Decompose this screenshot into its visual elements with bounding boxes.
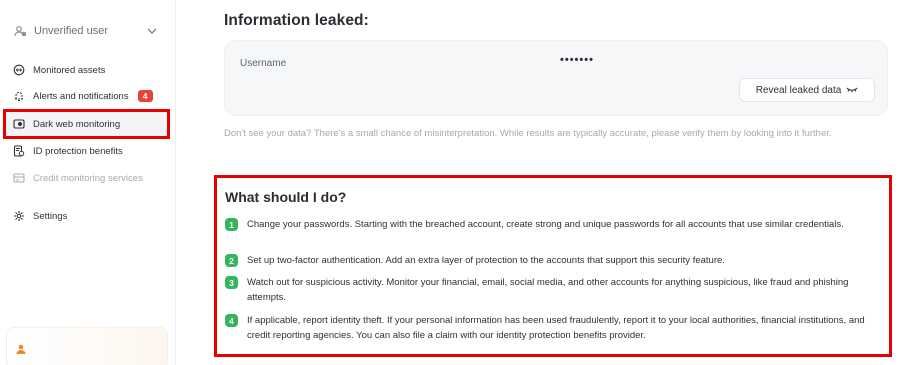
sidebar-item-credit-monitoring[interactable]: Credit monitoring services bbox=[6, 166, 170, 190]
masked-value: ••••••• bbox=[560, 54, 594, 66]
gear-icon bbox=[12, 209, 26, 223]
credit-icon bbox=[12, 171, 26, 185]
sidebar-item-label: Credit monitoring services bbox=[33, 172, 143, 184]
reveal-leaked-data-button[interactable]: Reveal leaked data bbox=[739, 78, 875, 102]
sidebar-item-id-protection[interactable]: ID protection benefits bbox=[6, 139, 170, 163]
highlight-frame-nav bbox=[3, 109, 170, 139]
user-label: Unverified user bbox=[34, 25, 108, 37]
highlight-frame-steps bbox=[214, 175, 892, 357]
sidebar-item-label: ID protection benefits bbox=[33, 145, 123, 157]
verification-note: Don't see your data? There's a small cha… bbox=[224, 128, 832, 139]
leaked-data-card: Username ••••••• Reveal leaked data bbox=[224, 40, 888, 116]
sidebar-item-settings[interactable]: Settings bbox=[6, 204, 170, 228]
main-content: Information leaked: Username ••••••• Rev… bbox=[176, 0, 900, 365]
bell-icon bbox=[12, 89, 26, 103]
sidebar: Unverified user Monitored assets Alerts … bbox=[0, 0, 176, 365]
assets-icon bbox=[12, 63, 26, 77]
eye-closed-icon bbox=[846, 86, 858, 94]
id-protection-icon bbox=[12, 144, 26, 158]
info-leaked-heading: Information leaked: bbox=[224, 12, 369, 29]
notification-count-badge: 4 bbox=[137, 90, 153, 102]
sidebar-item-alerts[interactable]: Alerts and notifications 4 bbox=[6, 84, 170, 108]
reveal-button-label: Reveal leaked data bbox=[755, 84, 842, 96]
field-label: Username bbox=[240, 58, 287, 69]
user-orange-icon bbox=[15, 342, 27, 360]
sidebar-item-label: Monitored assets bbox=[33, 64, 106, 76]
chevron-down-icon bbox=[146, 24, 158, 36]
sidebar-item-label: Settings bbox=[33, 210, 68, 222]
user-menu[interactable]: Unverified user bbox=[8, 16, 168, 46]
promo-card[interactable] bbox=[6, 327, 168, 365]
sidebar-item-monitored-assets[interactable]: Monitored assets bbox=[6, 58, 170, 82]
user-badge-icon bbox=[12, 23, 28, 39]
sidebar-item-label: Alerts and notifications bbox=[33, 90, 129, 102]
